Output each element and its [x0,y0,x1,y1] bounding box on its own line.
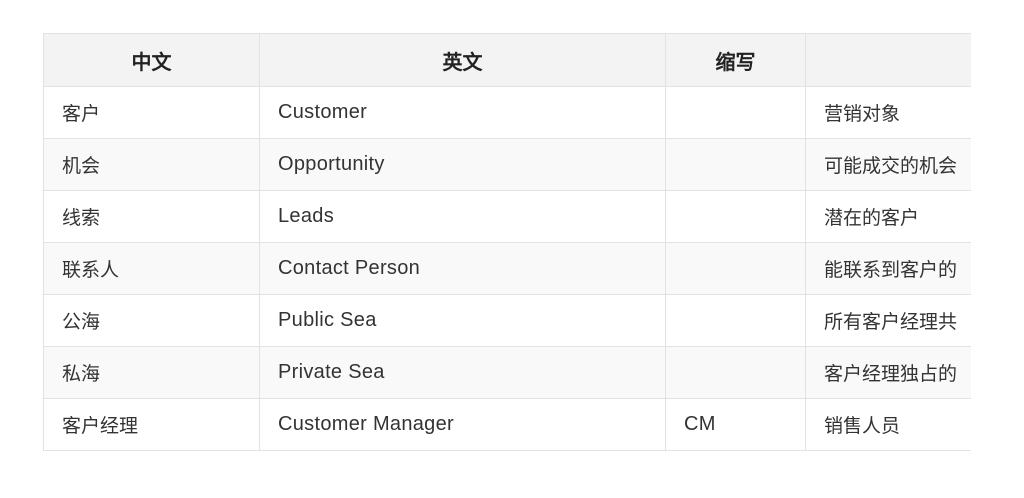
header-chinese: 中文 [43,33,260,87]
cell-abbreviation [665,294,806,347]
glossary-table: 中文 英文 缩写 客户 Customer 营销对象 机会 Opportunity… [43,33,971,451]
table-row: 公海 Public Sea 所有客户经理共 [43,294,971,347]
cell-english: Customer Manager [259,398,666,451]
cell-chinese: 机会 [43,138,260,191]
cell-english: Private Sea [259,346,666,399]
table-row: 机会 Opportunity 可能成交的机会 [43,138,971,191]
table-row: 私海 Private Sea 客户经理独占的 [43,346,971,399]
cell-english: Customer [259,86,666,139]
table-row: 客户经理 Customer Manager CM 销售人员 [43,398,971,451]
table-row: 客户 Customer 营销对象 [43,86,971,139]
cell-description: 所有客户经理共 [805,294,971,347]
cell-english: Public Sea [259,294,666,347]
cell-description: 潜在的客户 [805,190,971,243]
table-row: 线索 Leads 潜在的客户 [43,190,971,243]
cell-abbreviation [665,242,806,295]
cell-abbreviation [665,138,806,191]
cell-english: Opportunity [259,138,666,191]
cell-description: 能联系到客户的 [805,242,971,295]
glossary-table-viewport: 中文 英文 缩写 客户 Customer 营销对象 机会 Opportunity… [43,33,971,459]
cell-abbreviation [665,346,806,399]
cell-description: 销售人员 [805,398,971,451]
cell-description: 可能成交的机会 [805,138,971,191]
cell-chinese: 客户 [43,86,260,139]
cell-abbreviation [665,86,806,139]
cell-description: 客户经理独占的 [805,346,971,399]
header-abbreviation: 缩写 [665,33,806,87]
header-description [805,33,971,87]
table-header-row: 中文 英文 缩写 [43,33,971,87]
cell-chinese: 线索 [43,190,260,243]
cell-chinese: 联系人 [43,242,260,295]
header-english: 英文 [259,33,666,87]
cell-chinese: 客户经理 [43,398,260,451]
cell-description: 营销对象 [805,86,971,139]
cell-chinese: 公海 [43,294,260,347]
cell-abbreviation: CM [665,398,806,451]
cell-english: Contact Person [259,242,666,295]
cell-chinese: 私海 [43,346,260,399]
cell-english: Leads [259,190,666,243]
table-row: 联系人 Contact Person 能联系到客户的 [43,242,971,295]
cell-abbreviation [665,190,806,243]
